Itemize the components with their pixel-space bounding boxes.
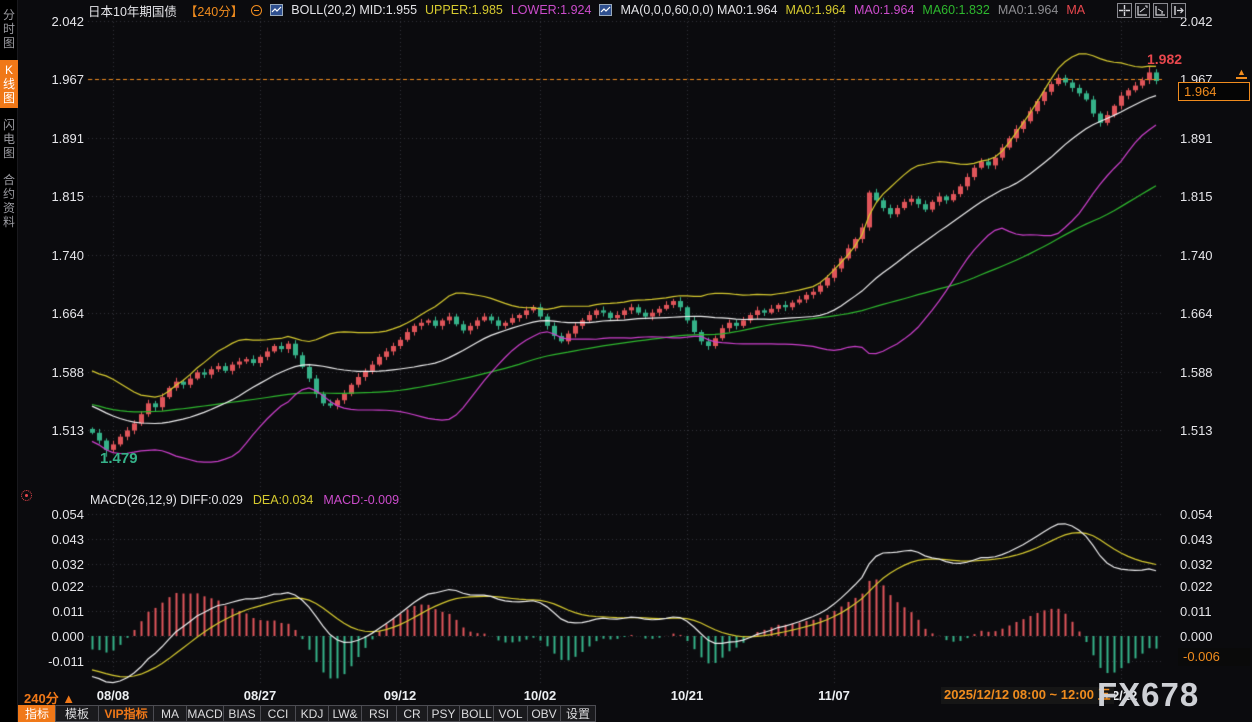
pan-right-icon[interactable]	[1171, 3, 1186, 18]
macd-tick-label: 0.054	[1180, 507, 1213, 522]
interval-link-icon	[251, 5, 262, 16]
price-tick-label: 1.588	[51, 365, 84, 380]
high-price-label: 1.982	[1147, 51, 1182, 67]
toolbar-item-VIP指标[interactable]: VIP指标	[98, 705, 154, 722]
chart-window: 分时图 K线图闪电图合约资料 日本10年期国债【240分】 BOLL(20,2) M…	[0, 0, 1252, 722]
toolbar-item-VOL[interactable]: VOL	[493, 705, 528, 722]
price-tick-label: 1.967	[51, 72, 84, 87]
date-tick-label: 10/21	[655, 688, 719, 703]
price-tick-label: 1.513	[1180, 423, 1213, 438]
sidebar-item-kline-chart[interactable]: K线图	[0, 60, 18, 108]
toolbar-item-CR[interactable]: CR	[396, 705, 428, 722]
toolbar-item-OBV[interactable]: OBV	[527, 705, 561, 722]
toolbar-item-指标[interactable]: 指标	[18, 705, 56, 722]
current-price-box: 1.964	[1178, 82, 1250, 101]
candlestick-chart-canvas[interactable]	[0, 0, 1252, 686]
indicator-value-label: MA60:1.832	[922, 3, 989, 17]
toolbar-item-MACD[interactable]: MACD	[186, 705, 224, 722]
indicator-value-label: MA	[1066, 3, 1085, 17]
price-tick-label: 1.815	[51, 189, 84, 204]
current-macd-box: -0.006	[1178, 648, 1250, 666]
date-tick-label: 08/08	[81, 688, 145, 703]
indicator-value-label: BOLL(20,2) MID:1.955	[291, 3, 417, 17]
price-tick-label: 1.664	[51, 306, 84, 321]
indicator-value-label: MACD:-0.009	[323, 493, 399, 507]
indicator-value-label: 日本10年期国债	[88, 1, 177, 20]
price-tick-label: 1.891	[1180, 131, 1213, 146]
chart-toolbar-icons	[1117, 3, 1186, 18]
session-time-label: 2025/12/12 08:00 ~ 12:00 五	[941, 687, 1114, 704]
macd-tick-label: 0.022	[51, 579, 84, 594]
low-price-label: 1.479	[100, 450, 138, 467]
toolbar-item-BIAS[interactable]: BIAS	[223, 705, 261, 722]
date-tick-label: 10/02	[508, 688, 572, 703]
toolbar-item-LW&[interactable]: LW&	[328, 705, 362, 722]
fx678-watermark: FX678	[1097, 676, 1199, 714]
indicator-value-label: MA0:1.964	[785, 3, 845, 17]
date-tick-label: 11/07	[802, 688, 866, 703]
macd-tick-label: 0.022	[1180, 579, 1213, 594]
sidebar-item-contract-info[interactable]: 合约资料	[0, 170, 18, 232]
toolbar-item-MA[interactable]: MA	[153, 705, 187, 722]
indicator-value-label: UPPER:1.985	[425, 3, 503, 17]
indicator-chart-icon	[599, 4, 612, 16]
toolbar-item-模板[interactable]: 模板	[55, 705, 99, 722]
macd-tick-label: 0.054	[51, 507, 84, 522]
crosshair-icon[interactable]	[1117, 3, 1132, 18]
macd-indicator-header: MACD(26,12,9) DIFF:0.029 DEA:0.034 MACD:-0…	[90, 492, 399, 507]
indicator-value-label: 【240分】	[185, 1, 243, 20]
date-tick-label: 08/27	[228, 688, 292, 703]
macd-tick-label: 0.000	[1180, 629, 1213, 644]
macd-tick-label: 0.011	[1180, 604, 1212, 619]
macd-tick-label: 0.000	[51, 629, 84, 644]
macd-tick-label: 0.032	[51, 557, 84, 572]
indicator-toolbar: 指标模板VIP指标MAMACDBIASCCIKDJLW&RSICRPSYBOLL…	[18, 705, 595, 722]
price-tick-label: 1.740	[51, 248, 84, 263]
indicator-value-label: DEA:0.034	[253, 493, 313, 507]
price-tick-label: 1.588	[1180, 365, 1213, 380]
price-alert-icon[interactable]: ▲	[1236, 68, 1247, 79]
toolbar-item-CCI[interactable]: CCI	[260, 705, 296, 722]
macd-tick-label: 0.043	[1180, 532, 1213, 547]
macd-tick-label: 0.011	[52, 604, 84, 619]
date-tick-label: 09/12	[368, 688, 432, 703]
toolbar-item-设置[interactable]: 设置	[560, 705, 596, 722]
macd-tick-label: 0.043	[51, 532, 84, 547]
sidebar-item-minute-chart[interactable]: 分时图	[0, 5, 18, 53]
indicator-value-label: MA0:1.964	[854, 3, 914, 17]
toolbar-item-PSY[interactable]: PSY	[427, 705, 460, 722]
macd-tick-label: 0.032	[1180, 557, 1213, 572]
sidebar: 分时图 K线图闪电图合约资料	[0, 0, 18, 722]
indicator-value-label: LOWER:1.924	[511, 3, 592, 17]
price-tick-label: 2.042	[51, 14, 84, 29]
zoom-in-axis-icon[interactable]	[1153, 3, 1168, 18]
price-tick-label: 1.513	[51, 423, 84, 438]
sidebar-item-flash-chart[interactable]: 闪电图	[0, 115, 18, 163]
main-indicator-header: 日本10年期国债【240分】 BOLL(20,2) MID:1.955 UPPER:…	[88, 2, 1085, 18]
toolbar-item-BOLL[interactable]: BOLL	[459, 705, 494, 722]
price-tick-label: 1.891	[51, 131, 84, 146]
price-tick-label: 1.664	[1180, 306, 1213, 321]
price-tick-label: 1.815	[1180, 189, 1213, 204]
toolbar-item-RSI[interactable]: RSI	[361, 705, 397, 722]
indicator-value-label: MA(0,0,0,60,0,0) MA0:1.964	[620, 3, 777, 17]
toolbar-item-KDJ[interactable]: KDJ	[295, 705, 329, 722]
indicator-value-label: MA0:1.964	[998, 3, 1058, 17]
macd-tick-label: -0.011	[48, 654, 84, 669]
indicator-chart-icon	[270, 4, 283, 16]
price-tick-label: 1.740	[1180, 248, 1213, 263]
zoom-out-axis-icon[interactable]	[1135, 3, 1150, 18]
indicator-value-label: MACD(26,12,9) DIFF:0.029	[90, 493, 243, 507]
drawing-target-icon[interactable]	[21, 490, 32, 501]
